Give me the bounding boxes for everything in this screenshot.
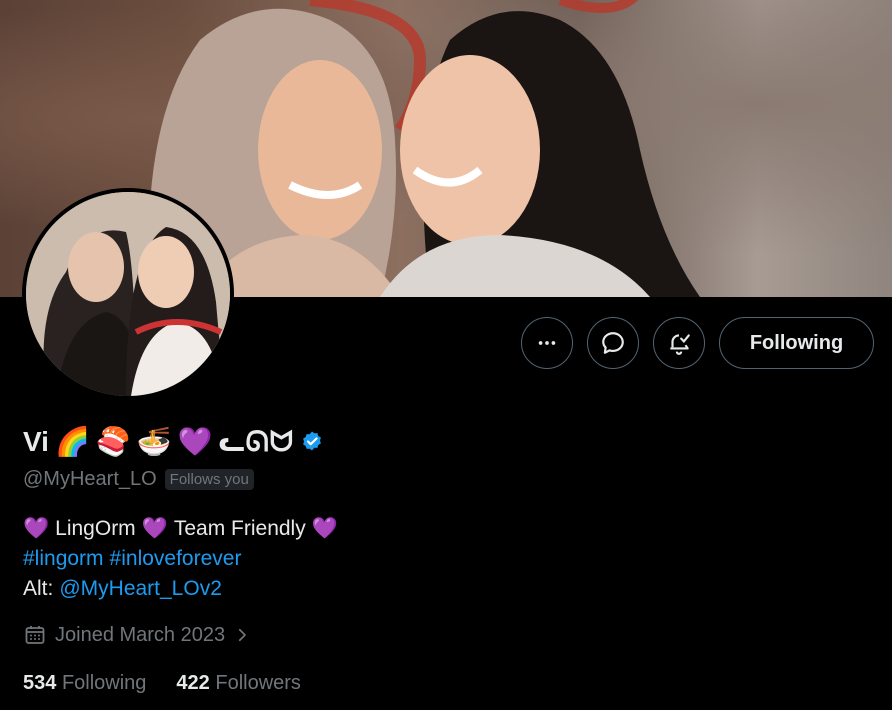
bio-line-1: 💜 LingOrm 💜 Team Friendly 💜 (23, 514, 338, 544)
follow-stats: 534 Following 422 Followers (23, 672, 301, 695)
display-name-row: Vi 🌈 🍣 🍜 💜 ᓚᘏᗢ (23, 424, 324, 460)
followers-stat[interactable]: 422 Followers (176, 672, 301, 695)
avatar-illustration (26, 192, 230, 396)
rainbow-emoji: 🌈 (54, 426, 90, 457)
bell-check-icon (670, 334, 690, 355)
avatar-photo (26, 192, 230, 396)
purple-heart-emoji: 💜 (177, 426, 213, 457)
sushi-emoji: 🍣 (95, 426, 131, 457)
bio: 💜 LingOrm 💜 Team Friendly 💜 #lingorm #in… (23, 514, 338, 604)
following-button[interactable]: Following (719, 317, 874, 369)
hashtag-link[interactable]: #inloveforever (110, 544, 242, 574)
followers-count: 422 (176, 672, 210, 694)
purple-heart-emoji: 💜 (141, 517, 168, 540)
name-suffix: ᓚᘏᗢ (218, 426, 295, 457)
following-count: 534 (23, 672, 57, 694)
message-button[interactable] (587, 317, 639, 369)
followers-label: Followers (215, 672, 301, 694)
display-name: Vi (23, 426, 49, 457)
alt-label: Alt: (23, 577, 54, 600)
bio-text: LingOrm (55, 517, 136, 540)
purple-heart-emoji: 💜 (23, 517, 50, 540)
profile-avatar[interactable] (22, 188, 234, 400)
handle-row: @MyHeart_LO Follows you (23, 468, 254, 491)
following-label: Following (61, 672, 147, 694)
notify-button[interactable] (653, 317, 705, 369)
more-horizontal-icon (538, 341, 556, 345)
ramen-emoji: 🍜 (136, 426, 172, 457)
message-bubble-icon (602, 332, 624, 354)
joined-date-row[interactable]: Joined March 2023 (23, 623, 251, 647)
user-handle: @MyHeart_LO (23, 468, 157, 490)
purple-heart-emoji: 💜 (311, 517, 338, 540)
joined-date-text: Joined March 2023 (55, 623, 226, 646)
following-stat[interactable]: 534 Following (23, 672, 146, 695)
hashtag-link[interactable]: #lingorm (23, 544, 104, 574)
verified-badge-icon[interactable] (300, 430, 324, 454)
calendar-icon (25, 626, 45, 644)
chevron-right-icon (239, 628, 246, 642)
more-button[interactable] (521, 317, 573, 369)
bio-line-2: #lingorm #inloveforever (23, 544, 338, 574)
alt-account-link[interactable]: @MyHeart_LOv2 (59, 574, 222, 604)
bio-line-3: Alt: @MyHeart_LOv2 (23, 574, 338, 604)
follows-you-badge: Follows you (164, 469, 254, 490)
bio-text: Team Friendly (173, 517, 306, 540)
